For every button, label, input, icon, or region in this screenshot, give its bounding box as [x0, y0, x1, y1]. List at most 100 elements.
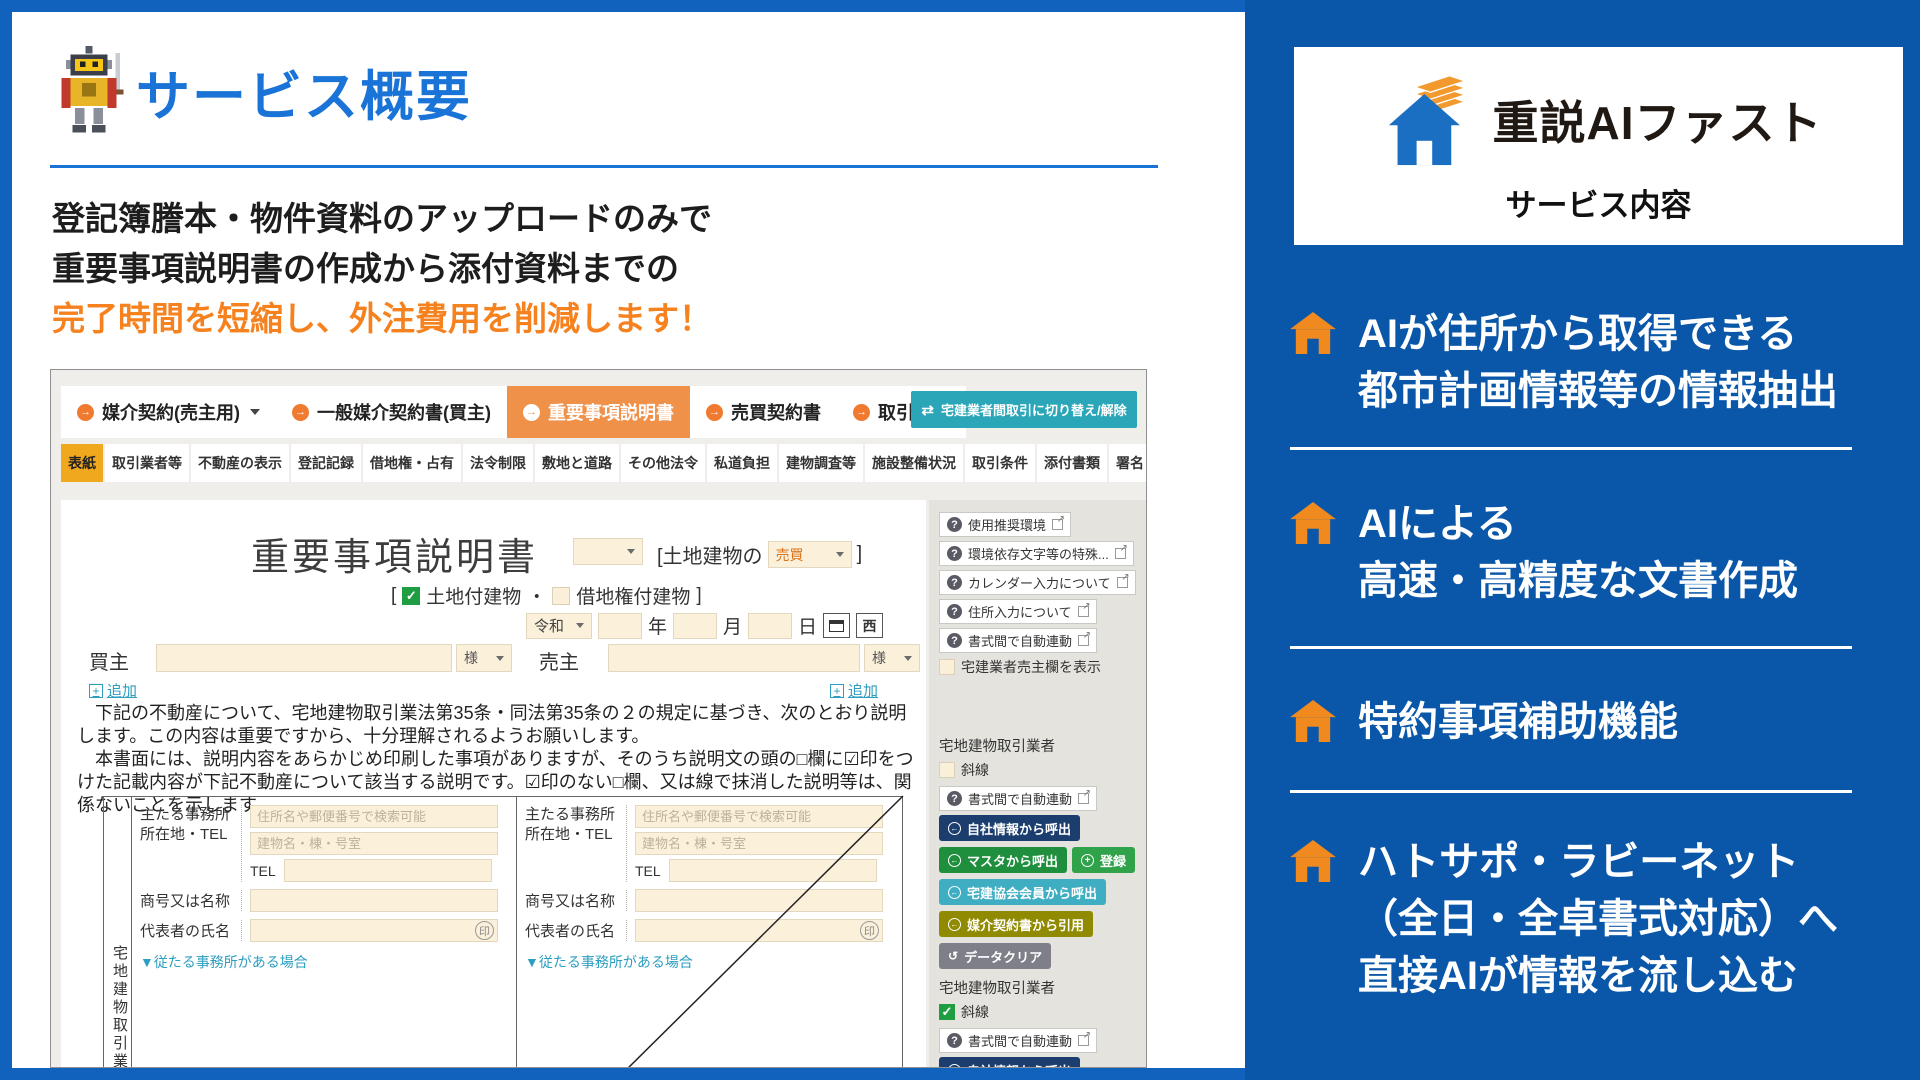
office-label-line1: 主たる事務所: [140, 805, 241, 825]
button-label: データクリア: [964, 947, 1042, 966]
bracket: [: [391, 585, 396, 607]
add-buyer-link[interactable]: 追加: [89, 680, 137, 701]
add-seller-link[interactable]: 追加: [830, 680, 878, 701]
seller-honorific-select[interactable]: 様: [864, 644, 920, 672]
help-sync-button-group1[interactable]: 書式間で自動連動: [939, 786, 1097, 811]
leasehold-building-checkbox[interactable]: [552, 587, 570, 605]
representative-input[interactable]: [250, 919, 498, 942]
subtab-tatemono-chosa[interactable]: 建物調査等: [779, 444, 863, 482]
transaction-type-select[interactable]: 売買: [768, 541, 852, 568]
plus-box-icon: [830, 684, 844, 698]
document-tab-bar: 媒介契約(売主用) 一般媒介契約書(買主) 重要事項説明書 売買契約書 取引台帳: [61, 386, 966, 438]
type-prefix: [土地建物の: [657, 540, 763, 569]
help-sync-button-group2[interactable]: 書式間で自動連動: [939, 1028, 1097, 1053]
master-recall-button[interactable]: マスタから呼出: [939, 847, 1067, 873]
feature-separator: [1290, 447, 1852, 450]
western-calendar-button[interactable]: 西: [856, 613, 883, 638]
add-label: 追加: [848, 680, 878, 701]
diagonal-checkbox-1[interactable]: [939, 762, 955, 778]
tab-label: 売買契約書: [731, 399, 821, 425]
page-title: サービス概要: [136, 52, 472, 131]
diagonal-checkbox-2[interactable]: [939, 1004, 955, 1020]
doc-title-select[interactable]: [573, 538, 643, 565]
subtab-torihiki-gyosha[interactable]: 取引業者等: [105, 444, 189, 482]
building-input[interactable]: [250, 832, 498, 855]
diagonal-label: 斜線: [961, 1002, 989, 1022]
paragraph-1: 下記の不動産について、宅地建物取引業法第35条・同法第35条の２の規定に基づき、…: [77, 702, 917, 748]
external-link-icon: [1115, 548, 1126, 559]
bracket: ]: [696, 585, 701, 607]
tab-ippan-baikai[interactable]: 一般媒介契約書(買主): [276, 386, 507, 438]
register-button[interactable]: 登録: [1072, 847, 1135, 873]
subtab-horei-seigen[interactable]: 法令制限: [463, 444, 533, 482]
building-input[interactable]: [635, 832, 883, 855]
show-seller-checkbox[interactable]: [939, 659, 955, 675]
feature-line: 特約事項補助機能: [1358, 694, 1678, 751]
dealer-transaction-switch-button[interactable]: ⇄ 宅建業者間取引に切り替え/解除: [911, 391, 1137, 428]
mediation-contract-quote-button[interactable]: 媒介契約書から引用: [939, 911, 1093, 937]
tab-baibai-keiyaku[interactable]: 売買契約書: [690, 386, 837, 438]
buyer-honorific-select[interactable]: 様: [456, 644, 512, 672]
branch-office-link[interactable]: ▼従たる事務所がある場合: [525, 952, 896, 972]
help-calendar-button[interactable]: カレンダー入力について: [939, 570, 1136, 595]
office-label-line2: 所在地・TEL: [140, 825, 241, 845]
broker-column-right: 主たる事務所 所在地・TEL TEL 商: [517, 797, 902, 1068]
feature-text: 特約事項補助機能: [1358, 694, 1678, 751]
year-input[interactable]: [598, 613, 642, 639]
company-info-recall-button-2[interactable]: 自社情報から呼出: [939, 1057, 1080, 1068]
subtab-torihiki-joken[interactable]: 取引条件: [965, 444, 1035, 482]
data-clear-button[interactable]: データクリア: [939, 943, 1051, 969]
document-title: 重要事項説明書: [251, 526, 538, 581]
title-underline: [50, 165, 1158, 168]
question-icon: [947, 791, 962, 806]
association-member-recall-button[interactable]: 宅建協会会員から呼出: [939, 879, 1106, 905]
seller-name-input[interactable]: [608, 644, 860, 672]
month-input[interactable]: [673, 613, 717, 639]
tel-input[interactable]: [669, 859, 877, 882]
main-content: サービス概要 登記簿謄本・物件資料のアップロードのみで 重要事項説明書の作成から…: [12, 12, 1245, 1068]
stamp-icon: 印: [860, 921, 879, 940]
representative-input[interactable]: [635, 919, 883, 942]
external-link-icon: [1078, 606, 1089, 617]
era-select[interactable]: 令和: [526, 613, 592, 639]
tab-baikai-keiyaku[interactable]: 媒介契約(売主用): [61, 386, 276, 438]
help-address-button[interactable]: 住所入力について: [939, 599, 1097, 624]
day-input[interactable]: [748, 613, 792, 639]
subtab-shomei[interactable]: 署名: [1109, 444, 1147, 482]
subtab-hyoshi[interactable]: 表紙: [61, 444, 103, 482]
subtab-toki-kiroku[interactable]: 登記記録: [291, 444, 361, 482]
subtab-shikichi-doro[interactable]: 敷地と道路: [535, 444, 619, 482]
question-icon: [947, 517, 962, 532]
tab-juyo-jiko[interactable]: 重要事項説明書: [507, 386, 690, 438]
subtab-sonota-horei[interactable]: その他法令: [621, 444, 705, 482]
brand-logo-icon: [1375, 68, 1479, 172]
recall-icon: [948, 1064, 961, 1069]
subtab-shakuchiken[interactable]: 借地権・占有: [363, 444, 461, 482]
company-input[interactable]: [635, 889, 883, 912]
address-input[interactable]: [250, 805, 498, 828]
subtab-shido-futan[interactable]: 私道負担: [707, 444, 777, 482]
help-environment-button[interactable]: 使用推奨環境: [939, 512, 1071, 537]
help-special-chars-button[interactable]: 環境依存文字等の特殊...: [939, 541, 1134, 566]
subtab-fudosan-hyoji[interactable]: 不動産の表示: [191, 444, 289, 482]
day-label: 日: [798, 612, 817, 639]
diagonal-row-2: 斜線: [939, 1003, 1138, 1021]
broker-group1-label: 宅地建物取引業者: [939, 735, 1138, 755]
buyer-label: 買主: [89, 646, 129, 675]
company-info-recall-button[interactable]: 自社情報から呼出: [939, 815, 1080, 841]
land-building-checkbox[interactable]: [402, 587, 420, 605]
tel-input[interactable]: [284, 859, 492, 882]
tel-label: TEL: [250, 863, 276, 879]
buyer-name-input[interactable]: [156, 644, 452, 672]
address-input[interactable]: [635, 805, 883, 828]
subtab-tempu-shorui[interactable]: 添付書類: [1037, 444, 1107, 482]
button-label: 媒介契約書から引用: [967, 915, 1084, 934]
company-input[interactable]: [250, 889, 498, 912]
show-seller-column-row: 宅建業者売主欄を表示: [939, 657, 1138, 677]
help-sync-button[interactable]: 書式間で自動連動: [939, 628, 1097, 653]
plus-icon: [1081, 854, 1094, 867]
subtab-shisetsu-seibi[interactable]: 施設整備状況: [865, 444, 963, 482]
stamp-icon: 印: [475, 921, 494, 940]
branch-office-link[interactable]: ▼従たる事務所がある場合: [140, 952, 510, 972]
calendar-button[interactable]: [823, 613, 850, 638]
